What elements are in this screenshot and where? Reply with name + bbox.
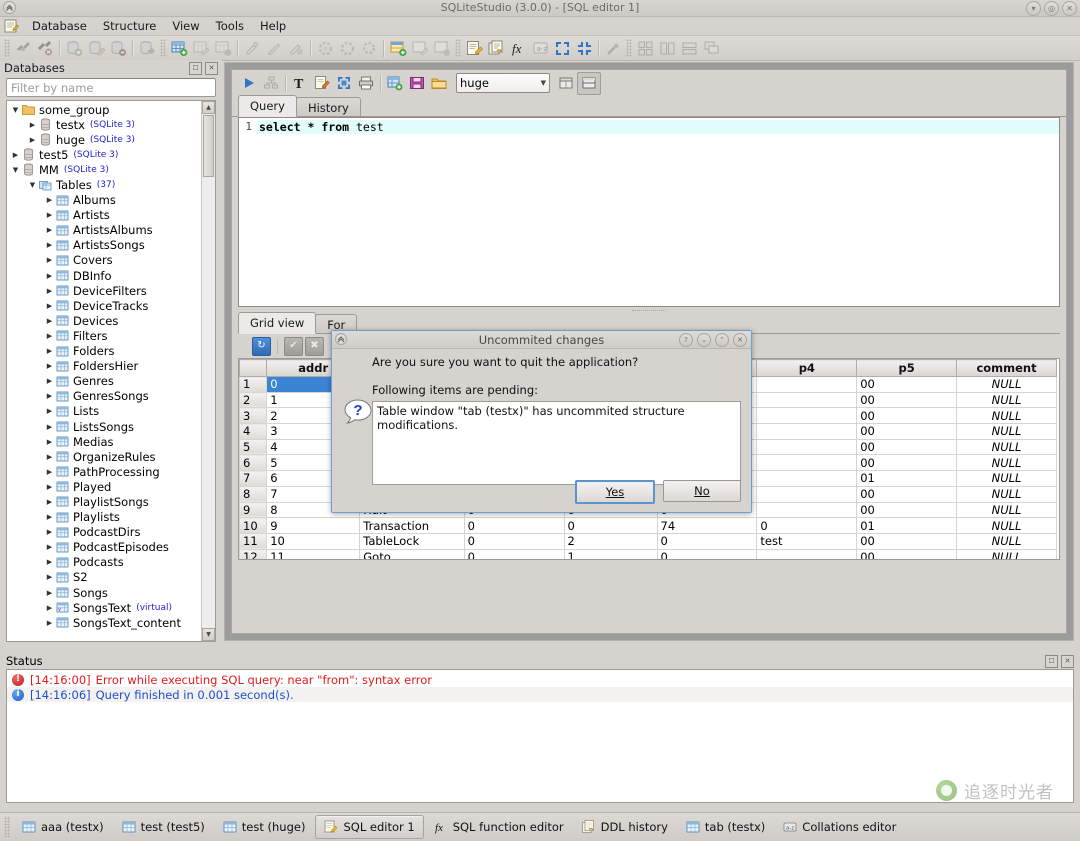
- dialog-question-text: Are you sure you want to quit the applic…: [372, 355, 639, 369]
- dialog-window-controls: ? ⌄ ⌃ ✕: [679, 333, 747, 347]
- dialog-help-button[interactable]: ?: [679, 333, 693, 347]
- dialog-yes-label: Yes: [605, 485, 625, 499]
- tab-grid-view[interactable]: Grid view: [238, 312, 317, 334]
- tab-query-label: Query: [250, 99, 285, 113]
- tab-query[interactable]: Query: [238, 95, 297, 117]
- modal-overlay: Uncommited changes ? ⌄ ⌃ ✕ ? Are you sur…: [0, 0, 1080, 841]
- application-window: SQLiteStudio (3.0.0) - [SQL editor 1] ▾ …: [0, 0, 1080, 841]
- dialog-minimize-button[interactable]: ⌄: [697, 333, 711, 347]
- dialog-pending-item: Table window "tab (testx)" has uncommite…: [377, 404, 685, 432]
- dialog-subtitle-text: Following items are pending:: [372, 383, 539, 397]
- dialog-pending-items-list[interactable]: Table window "tab (testx)" has uncommite…: [372, 401, 741, 485]
- dialog-titlebar: Uncommited changes ? ⌄ ⌃ ✕: [332, 331, 751, 349]
- uncommited-changes-dialog: Uncommited changes ? ⌄ ⌃ ✕ ? Are you sur…: [331, 330, 752, 513]
- dialog-yes-button[interactable]: Yes: [575, 480, 655, 504]
- dialog-buttons: Yes No: [575, 480, 741, 504]
- dialog-no-button[interactable]: No: [663, 480, 741, 502]
- svg-text:?: ?: [353, 402, 362, 419]
- tab-grid-view-label: Grid view: [250, 316, 305, 330]
- dialog-maximize-button[interactable]: ⌃: [715, 333, 729, 347]
- dialog-no-label: No: [694, 484, 710, 498]
- dialog-close-button[interactable]: ✕: [733, 333, 747, 347]
- dialog-body: Are you sure you want to quit the applic…: [372, 355, 741, 485]
- question-icon: ?: [343, 397, 373, 427]
